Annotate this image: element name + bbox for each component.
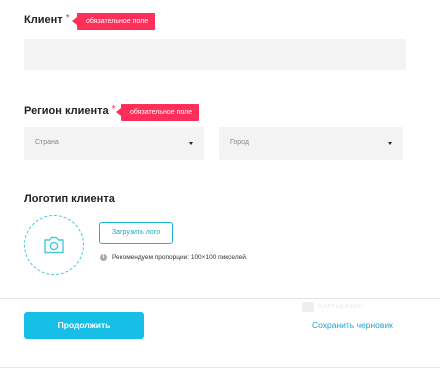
region-label-text: Регион клиента [24,105,109,117]
country-select[interactable]: Страна [24,127,204,160]
continue-button[interactable]: Продолжить [24,312,144,339]
client-required-badge: обязательное поле [71,13,156,30]
chevron-down-icon [189,142,193,145]
chevron-down-icon [388,142,392,145]
watermark-text: ПАРТНЕРКИН [318,304,364,311]
client-input[interactable] [24,39,406,70]
region-required-mark: * [111,104,116,115]
upload-logo-button[interactable]: Загрузить лого [99,222,173,244]
country-select-placeholder: Страна [35,139,59,146]
region-label: Регион клиента * [24,104,116,117]
bottom-divider [0,367,440,368]
region-required-badge: обязательное поле [115,104,200,121]
city-select[interactable]: Город [219,127,403,160]
client-label-text: Клиент [24,14,63,26]
logo-upload-area[interactable] [24,215,84,275]
watermark-logo-icon [302,302,314,312]
logo-label: Логотип клиента [24,193,115,205]
watermark: ПАРТНЕРКИН [302,302,363,312]
save-draft-link[interactable]: Сохранить черновик [312,320,393,330]
info-icon: i [100,254,107,261]
client-label: Клиент * [24,13,70,26]
logo-hint: Рекомендуем пропорции: 100×100 пикселей. [112,254,248,261]
camera-icon [44,236,64,254]
top-divider [0,298,440,299]
client-required-mark: * [65,13,70,24]
city-select-placeholder: Город [230,139,249,146]
